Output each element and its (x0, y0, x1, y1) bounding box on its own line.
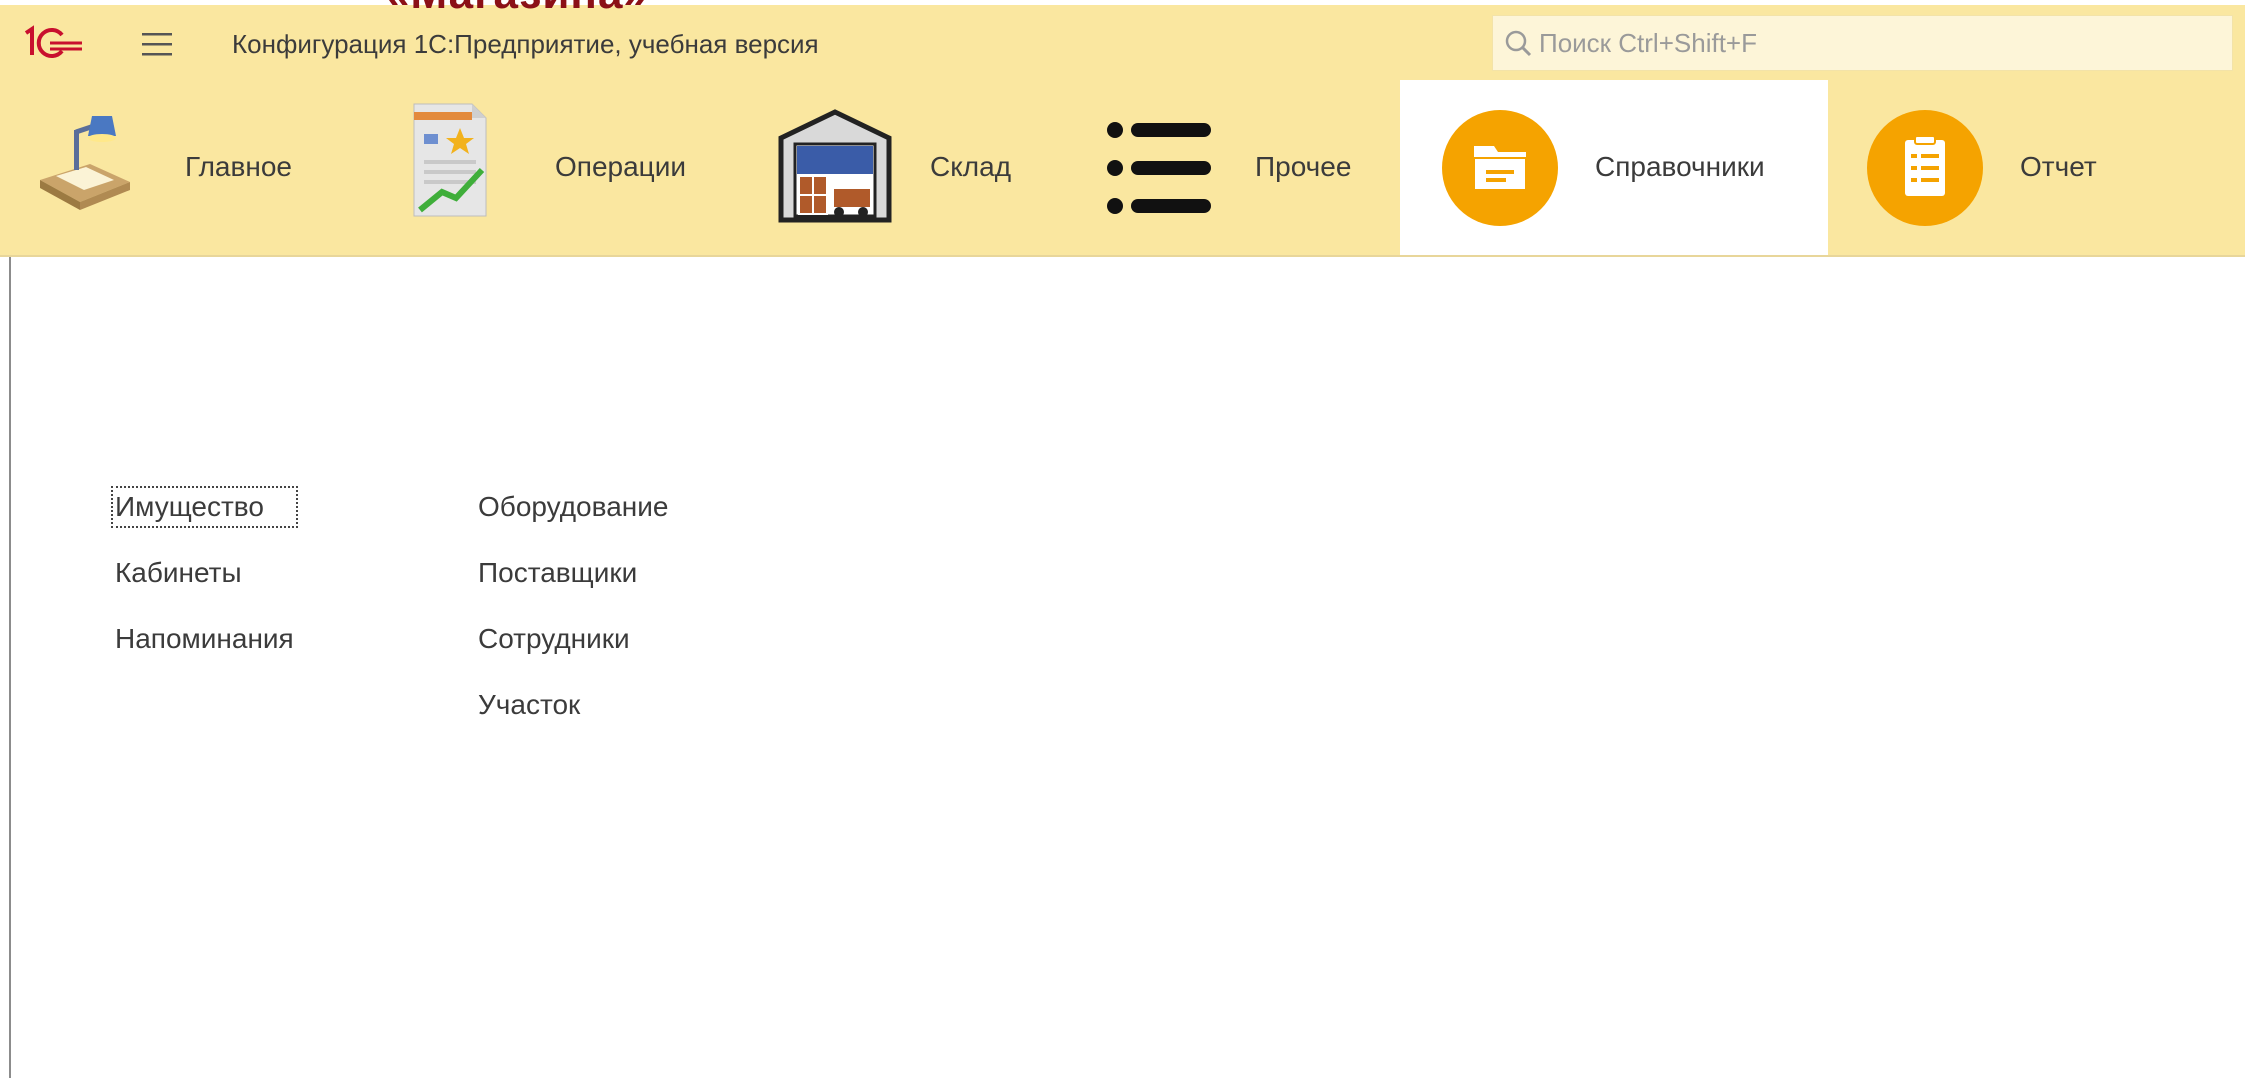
catalog-link-property[interactable]: Имущество (111, 486, 298, 528)
app-title: Конфигурация 1С:Предприятие, учебная вер… (232, 29, 819, 59)
section-label: Операции (555, 151, 686, 182)
catalog-column-1: Имущество Кабинеты Напоминания (111, 486, 298, 688)
document-chart-icon (413, 103, 487, 217)
catalog-column-2: Оборудование Поставщики Сотрудники Участ… (478, 490, 668, 754)
catalog-link-employees[interactable]: Сотрудники (478, 622, 668, 656)
desk-lamp-icon (40, 116, 130, 210)
section-catalogs[interactable]: Справочники (1400, 80, 1828, 255)
section-operations[interactable]: Операции (360, 80, 725, 255)
clipboard-icon (1867, 110, 1983, 226)
hamburger-menu-icon[interactable] (140, 27, 174, 61)
search-input[interactable] (1537, 26, 2181, 60)
folder-icon (1442, 110, 1558, 226)
app-window: «Магазина» Конфигурация 1С:Предприятие, … (0, 0, 2255, 1078)
section-warehouse[interactable]: Склад (730, 80, 1060, 255)
section-label: Прочее (1255, 151, 1352, 182)
catalog-link-suppliers[interactable]: Поставщики (478, 556, 668, 590)
search-icon (1505, 30, 1532, 57)
catalog-link-reminders[interactable]: Напоминания (115, 622, 294, 656)
search-box[interactable] (1492, 15, 2233, 71)
section-report[interactable]: Отчет (1835, 80, 2235, 255)
list-icon (1107, 122, 1211, 214)
section-label: Главное (185, 151, 292, 182)
section-label: Склад (930, 151, 1012, 182)
section-label: Справочники (1595, 151, 1765, 182)
warehouse-icon (778, 109, 892, 223)
sections-panel: Главное Операции Склад Прочее Справочник… (0, 80, 2245, 257)
section-other[interactable]: Прочее (1065, 80, 1395, 255)
catalog-link-rooms[interactable]: Кабинеты (115, 556, 294, 590)
section-label: Отчет (2020, 151, 2097, 182)
catalog-link-section[interactable]: Участок (478, 688, 668, 722)
section-main[interactable]: Главное (0, 80, 345, 255)
catalog-link-equipment[interactable]: Оборудование (478, 490, 668, 524)
clipped-slide-heading: «Магазина» (385, 0, 649, 16)
title-bar: Конфигурация 1С:Предприятие, учебная вер… (0, 5, 2245, 80)
catalogs-content: Имущество Кабинеты Напоминания Оборудова… (11, 257, 2245, 1078)
1c-logo-icon[interactable] (20, 25, 84, 61)
